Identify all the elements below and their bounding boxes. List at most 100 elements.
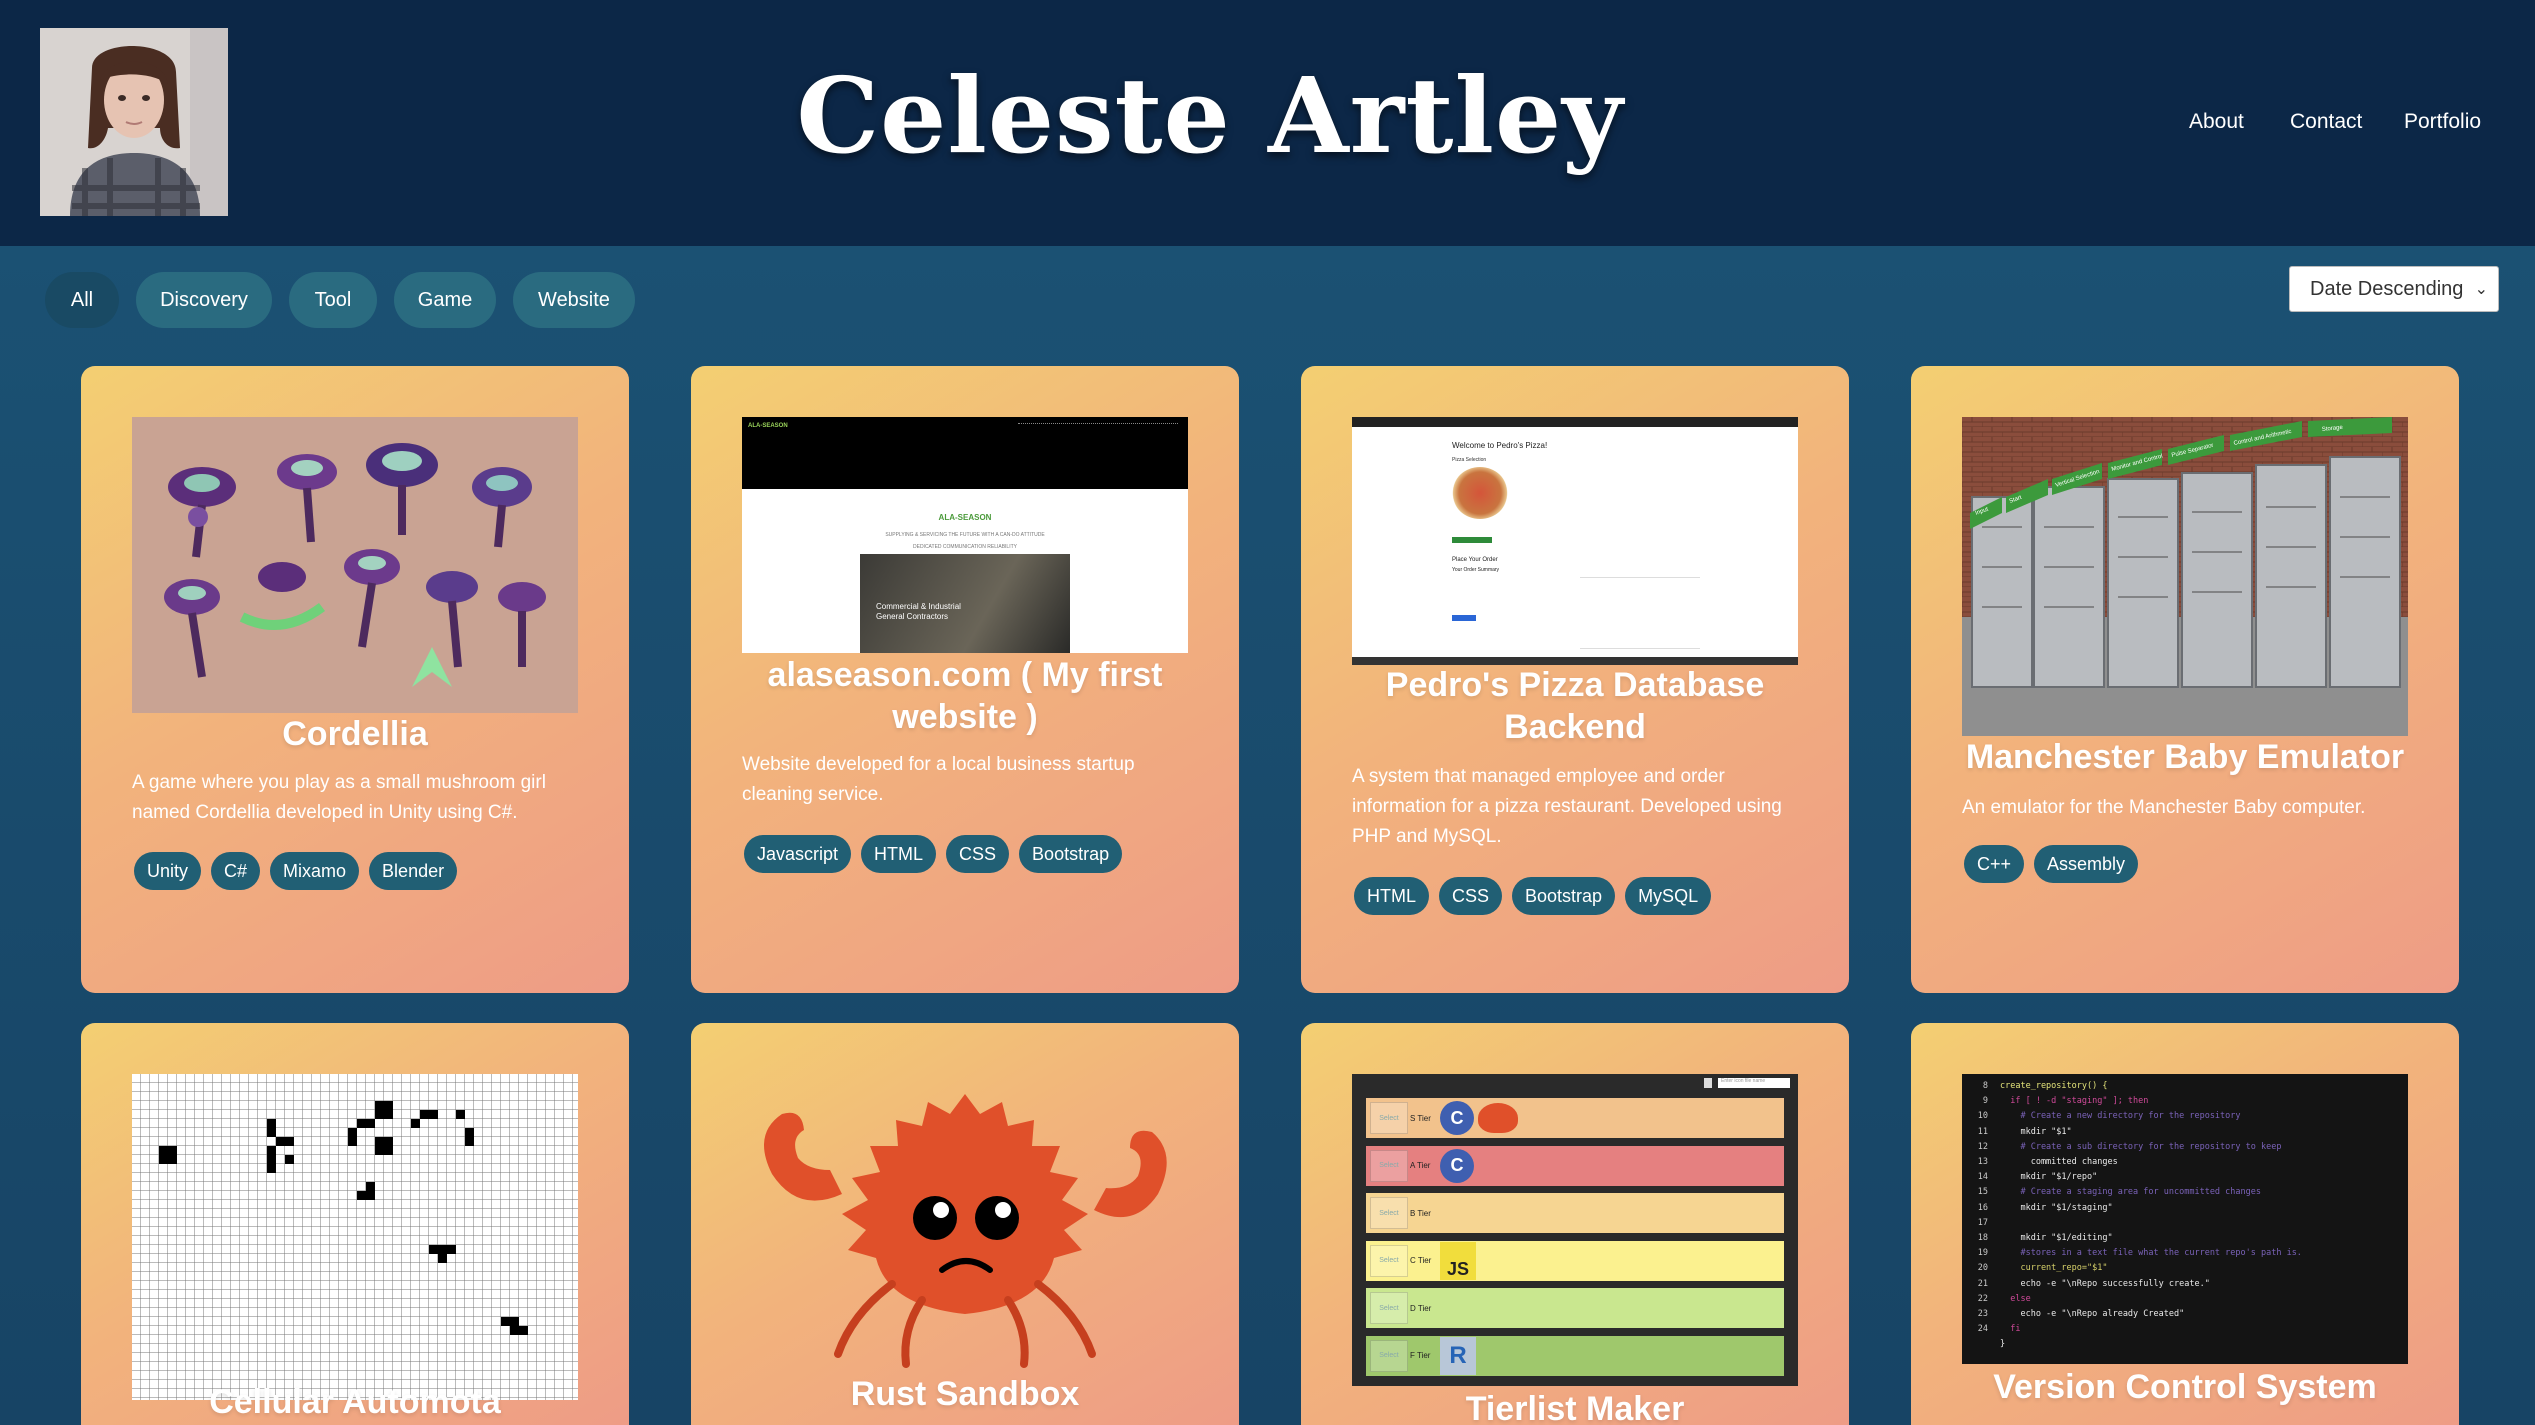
nav-about[interactable]: About: [2189, 110, 2244, 134]
tier-row: Select S Tier C: [1366, 1098, 1784, 1138]
tier-select-button[interactable]: Select: [1370, 1149, 1408, 1182]
project-card-manchester-baby[interactable]: Input Start Vertical Selection Monitor a…: [1911, 366, 2459, 993]
code-line: 11 mkdir "$1": [1962, 1125, 2408, 1140]
code-text: committed changes: [2000, 1157, 2118, 1168]
code-text: echo -e "\nRepo successfully create.": [2000, 1278, 2210, 1289]
code-line: 9 if [ ! -d "staging" ]; then: [1962, 1094, 2408, 1109]
thumb-photo: Commercial & Industrial General Contract…: [860, 554, 1070, 653]
project-card-pedros-pizza[interactable]: Pedro's Pizza Welcome to Pedro's Pizza! …: [1301, 366, 1849, 993]
code-text: mkdir "$1/repo": [2000, 1172, 2098, 1183]
filter-discovery[interactable]: Discovery: [136, 272, 272, 328]
line-number: 12: [1977, 1141, 1988, 1152]
project-card-cordellia[interactable]: Cordellia A game where you play as a sma…: [81, 366, 629, 993]
ferris-crab-icon: [764, 1094, 1167, 1368]
line-number: 11: [1977, 1126, 1988, 1137]
line-number: 24: [1977, 1324, 1988, 1335]
line-number: 19: [1977, 1248, 1988, 1259]
tier-select-button[interactable]: Select: [1370, 1244, 1408, 1277]
ferris-crab-icon: [1478, 1103, 1518, 1133]
tag: CSS: [1439, 877, 1503, 915]
thumb-section: Place Your Order: [1452, 557, 1498, 563]
line-number: 14: [1977, 1172, 1988, 1183]
sort-selected: Date Descending: [2310, 277, 2464, 300]
code-line: 20 current_repo="$1": [1962, 1261, 2408, 1276]
thumb-search-input: Enter icon file name: [1718, 1078, 1790, 1088]
tag: C++: [1964, 845, 2025, 883]
thumb-brand: Pedro's Pizza: [1356, 418, 1387, 424]
line-number: 23: [1977, 1309, 1988, 1320]
thumb-welcome: Welcome to Pedro's Pizza!: [1452, 441, 1548, 450]
code-text: mkdir "$1/editing": [2000, 1233, 2113, 1244]
tier-select-button[interactable]: Select: [1370, 1292, 1408, 1324]
thumb-logo: ALA-SEASON: [938, 513, 992, 522]
thumb-section: Pizza Selection: [1452, 457, 1487, 463]
line-number: 17: [1977, 1217, 1988, 1228]
nav-contact[interactable]: Contact: [2290, 110, 2362, 134]
thumb-photo-caption: Commercial & Industrial General Contract…: [876, 602, 961, 621]
code-line: 18 mkdir "$1/editing": [1962, 1231, 2408, 1246]
filter-game[interactable]: Game: [394, 272, 496, 328]
project-card-tierlist-maker[interactable]: Enter icon file name Select S Tier C Select…: [1301, 1023, 1849, 1425]
tier-select-button[interactable]: Select: [1370, 1339, 1408, 1372]
thumb-button: [1452, 537, 1492, 543]
tag: HTML: [1354, 877, 1429, 915]
tag-list: Javascript HTML CSS Bootstrap: [744, 835, 1123, 873]
line-number: 22: [1977, 1293, 1988, 1304]
project-card-alaseason[interactable]: ALA-SEASON ALA-SEASON SUPPLYING & SERVIC…: [691, 366, 1239, 993]
code-text: # Create a sub directory for the reposit…: [2000, 1141, 2282, 1152]
tag-list: Unity C# Mixamo Blender: [134, 852, 458, 890]
tier-select-button[interactable]: Select: [1370, 1102, 1408, 1134]
tag-list: HTML CSS Bootstrap MySQL: [1354, 877, 1712, 915]
project-card-version-control[interactable]: 8 create_repository() {9 if [ ! -d "stagi…: [1911, 1023, 2459, 1425]
nav-portfolio[interactable]: Portfolio: [2404, 110, 2481, 134]
project-thumbnail: [132, 417, 578, 713]
code-line: 24 fi: [1962, 1322, 2408, 1337]
project-card-cellular-automota[interactable]: Cellular Automota: [81, 1023, 629, 1425]
code-text: # Create a staging area for uncommitted …: [2000, 1187, 2261, 1198]
project-card-rust-sandbox[interactable]: Rust Sandbox: [691, 1023, 1239, 1425]
code-line: 16 mkdir "$1/staging": [1962, 1201, 2408, 1216]
card-description: Website developed for a local business s…: [742, 754, 1135, 805]
line-number: 13: [1977, 1157, 1988, 1168]
tier-row: Select A Tier C: [1366, 1145, 1784, 1186]
tag: Blender: [369, 852, 458, 890]
code-line: 21 echo -e "\nRepo successfully create.": [1962, 1277, 2408, 1292]
card-description: An emulator for the Manchester Baby comp…: [1962, 797, 2366, 818]
code-line: 8 create_repository() {: [1962, 1079, 2408, 1094]
card-title: alaseason.com ( My first website ): [767, 656, 1163, 736]
thumb-section: Your Order Summary: [1452, 567, 1500, 573]
tier-row: Select F Tier R: [1366, 1335, 1784, 1376]
tier-label: S Tier: [1410, 1113, 1431, 1123]
line-number: [1962, 1337, 1988, 1352]
tag-list: C++ Assembly: [1964, 845, 2139, 883]
filter-tool[interactable]: Tool: [289, 272, 377, 328]
line-number: 20: [1977, 1263, 1988, 1274]
code-text: mkdir "$1/staging": [2000, 1202, 2113, 1213]
code-text: mkdir "$1": [2000, 1126, 2072, 1137]
tier-label: A Tier: [1410, 1161, 1431, 1170]
filter-all[interactable]: All: [45, 272, 119, 328]
thumb-subline: DEDICATED COMMUNICATION RELIABILITY: [913, 544, 1017, 550]
card-title: Rust Sandbox: [850, 1375, 1080, 1413]
filter-website[interactable]: Website: [513, 272, 635, 328]
card-title: Tierlist Maker: [1465, 1390, 1685, 1425]
code-line: 10 # Create a new directory for the repo…: [1962, 1109, 2408, 1124]
code-text: if [ ! -d "staging" ]; then: [2000, 1096, 2149, 1107]
javascript-icon: JS: [1440, 1241, 1476, 1280]
card-title: Pedro's Pizza Database Backend: [1385, 666, 1765, 746]
tier-row: Select B Tier: [1366, 1193, 1784, 1233]
card-title: Cordellia: [282, 715, 428, 753]
project-thumbnail: [742, 1074, 1188, 1374]
chevron-down-icon: ⌄: [2474, 281, 2488, 298]
tag: CSS: [946, 835, 1010, 873]
site-title: Celeste Artley: [796, 54, 1624, 177]
code-line: 14 mkdir "$1/repo": [1962, 1170, 2408, 1185]
sort-select[interactable]: Date Descending ⌄: [2289, 266, 2499, 312]
line-number: 8: [1982, 1081, 1988, 1091]
code-text: current_repo="$1": [2000, 1263, 2108, 1274]
project-thumbnail: [132, 1074, 578, 1400]
code-line: 23 echo -e "\nRepo already Created": [1962, 1307, 2408, 1322]
code-line: 17: [1962, 1216, 2408, 1231]
code-text: # Create a new directory for the reposit…: [2000, 1111, 2241, 1122]
tier-select-button[interactable]: Select: [1370, 1197, 1408, 1229]
